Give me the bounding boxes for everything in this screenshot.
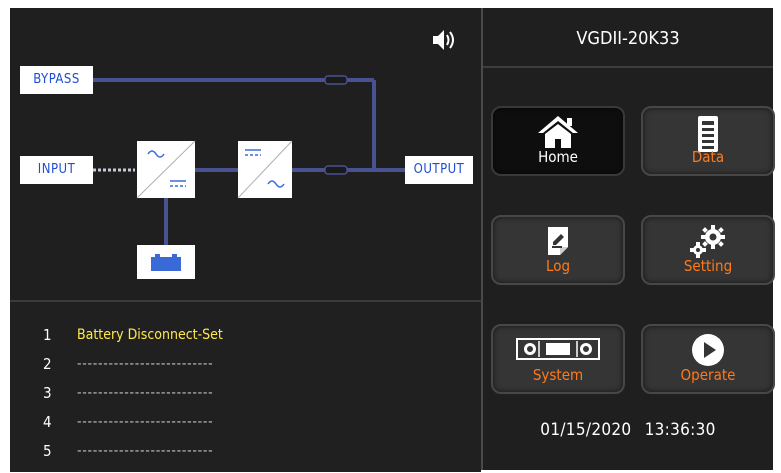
bypass-label: BYPASS <box>20 66 93 94</box>
input-label: INPUT <box>20 156 93 184</box>
inverter-icon <box>237 140 293 199</box>
date-time: 01/15/2020 13:36:30 <box>483 420 773 440</box>
log-row-text: -------------------------- <box>77 414 214 430</box>
data-button[interactable]: Data <box>641 106 775 176</box>
home-button[interactable]: Home <box>491 106 625 176</box>
home-label: Home <box>538 148 578 166</box>
speaker-icon[interactable] <box>431 28 457 52</box>
log-row: 3 -------------------------- <box>43 382 213 404</box>
log-row: 5 -------------------------- <box>43 440 213 462</box>
log-row-number: 4 <box>43 413 52 431</box>
log-button[interactable]: Log <box>491 215 625 285</box>
date-value: 01/15/2020 <box>540 420 632 440</box>
log-row: 1 Battery Disconnect-Set <box>43 324 223 346</box>
battery-icon <box>137 245 195 279</box>
log-row: 2 -------------------------- <box>43 353 213 375</box>
system-button[interactable]: System <box>491 324 625 394</box>
power-flow-diagram <box>93 75 405 279</box>
log-row-number: 3 <box>43 384 52 402</box>
log-row-text: Battery Disconnect-Set <box>77 327 223 343</box>
log-row-text: -------------------------- <box>77 385 214 401</box>
model-title: VGDII-20K33 <box>483 8 773 68</box>
ups-screen: BYPASS INPUT OUTPUT 1 Battery Disconnect… <box>10 8 775 472</box>
log-row-number: 5 <box>43 442 52 460</box>
log-row-text: -------------------------- <box>77 356 214 372</box>
menu-panel: VGDII-20K33 Home Data Log Setting System… <box>483 8 775 470</box>
setting-label: Setting <box>683 257 733 275</box>
time-value: 13:36:30 <box>644 420 716 440</box>
event-log: 1 Battery Disconnect-Set 2 -------------… <box>10 300 481 472</box>
home-icon <box>493 114 623 150</box>
log-label: Log <box>545 257 571 275</box>
setting-button[interactable]: Setting <box>641 215 775 285</box>
system-label: System <box>532 366 584 384</box>
system-icon <box>493 338 623 360</box>
log-row-number: 2 <box>43 355 52 373</box>
log-row-text: -------------------------- <box>77 443 214 459</box>
data-label: Data <box>691 148 725 166</box>
gears-icon <box>643 223 773 259</box>
rectifier-icon <box>136 140 196 199</box>
mimic-diagram: BYPASS INPUT OUTPUT <box>10 8 481 299</box>
output-label: OUTPUT <box>405 156 473 184</box>
operate-button[interactable]: Operate <box>641 324 775 394</box>
log-row-number: 1 <box>43 326 52 344</box>
play-icon <box>643 332 773 368</box>
operate-label: Operate <box>680 366 736 384</box>
log-row: 4 -------------------------- <box>43 411 213 433</box>
edit-log-icon <box>493 223 623 259</box>
